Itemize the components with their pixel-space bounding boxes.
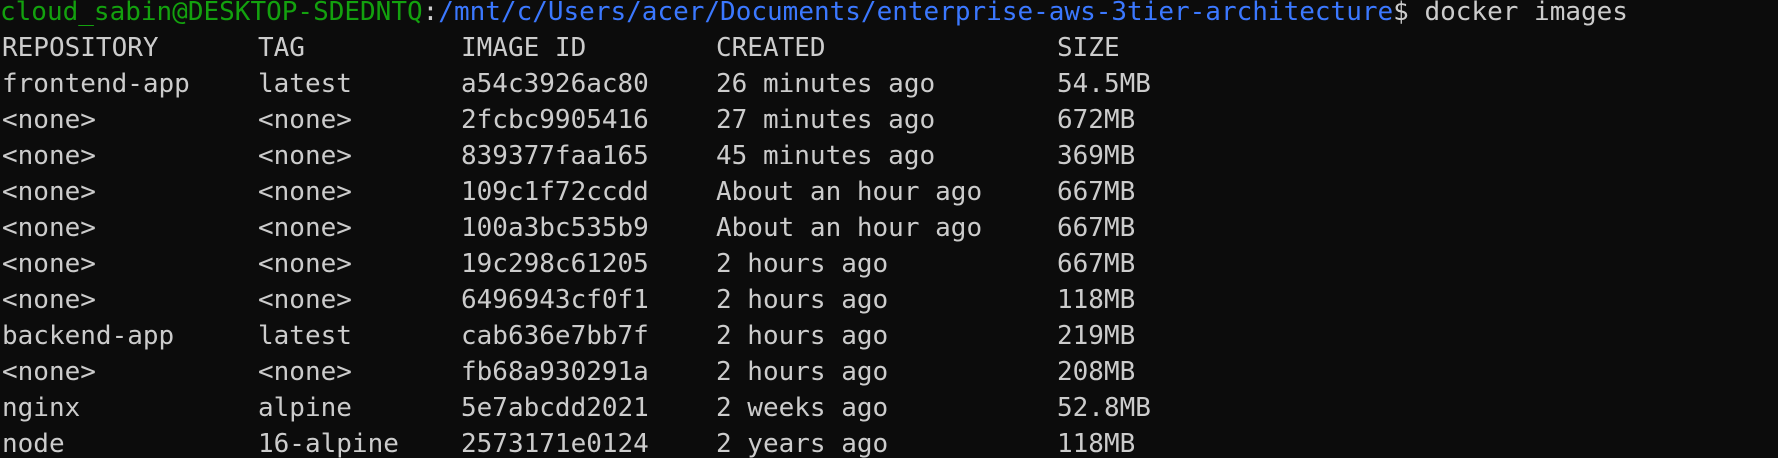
cell-repository: node [2, 429, 65, 458]
cell-size: 667MB [1057, 249, 1136, 279]
cell-created: 2 hours ago [716, 249, 889, 279]
cell-repository: <none> [2, 285, 96, 315]
cell-tag: latest [258, 69, 352, 99]
cell-repository: nginx [2, 393, 81, 423]
cell-tag: <none> [258, 213, 352, 243]
table-row: <none> <none> 839377faa165 45 minutes ago 36… [0, 138, 1778, 174]
header-image-id: IMAGE ID [461, 33, 587, 63]
header-repository: REPOSITORY [2, 33, 159, 63]
table-row: frontend-app latest a54c3926ac80 26 minutes… [0, 66, 1778, 102]
table-row: <none> <none> fb68a930291a 2 hours ago 208MB [0, 354, 1778, 390]
cell-image-id: 6496943cf0f1 [461, 285, 649, 315]
cell-tag: <none> [258, 105, 352, 135]
cell-created: 2 weeks ago [716, 393, 889, 423]
prompt-user-host: cloud_sabin@DESKTOP-SDEDNTQ [0, 0, 423, 27]
prompt-line: cloud_sabin@DESKTOP-SDEDNTQ:/mnt/c/Users… [0, 0, 1778, 30]
cell-size: 672MB [1057, 105, 1136, 135]
cell-image-id: 2fcbc9905416 [461, 105, 649, 135]
table-header: REPOSITORY TAG IMAGE ID CREATED SIZE [0, 30, 1778, 66]
cell-image-id: 2573171e0124 [461, 429, 649, 458]
cell-repository: <none> [2, 357, 96, 387]
cell-created: 26 minutes ago [716, 69, 936, 99]
cell-size: 118MB [1057, 285, 1136, 315]
cell-created: 45 minutes ago [716, 141, 936, 171]
cell-created: 2 years ago [716, 429, 889, 458]
cell-size: 52.8MB [1057, 393, 1151, 423]
cell-tag: <none> [258, 249, 352, 279]
table-row: <none> <none> 100a3bc535b9 About an hour ag… [0, 210, 1778, 246]
cell-created: 2 hours ago [716, 357, 889, 387]
cell-size: 118MB [1057, 429, 1136, 458]
prompt-separator: : [422, 0, 439, 27]
command-text: docker images [1424, 0, 1628, 27]
cell-tag: <none> [258, 357, 352, 387]
cell-size: 219MB [1057, 321, 1136, 351]
cell-repository: <none> [2, 141, 96, 171]
cell-tag: <none> [258, 285, 352, 315]
cell-created: About an hour ago [716, 177, 983, 207]
table-row: <none> <none> 6496943cf0f1 2 hours ago 118MB [0, 282, 1778, 318]
cell-size: 667MB [1057, 213, 1136, 243]
cell-tag: <none> [258, 141, 352, 171]
table-row: <none> <none> 109c1f72ccdd About an hour ag… [0, 174, 1778, 210]
prompt-path: /mnt/c/Users/acer/Documents/enterprise-a… [438, 0, 1394, 27]
table-body: frontend-app latest a54c3926ac80 26 minutes… [0, 69, 1778, 458]
cell-created: 2 hours ago [716, 321, 889, 351]
cell-created: About an hour ago [716, 213, 983, 243]
cell-tag: alpine [258, 393, 352, 423]
header-size: SIZE [1057, 33, 1120, 63]
table-row: backend-app latest cab636e7bb7f 2 hours ago… [0, 318, 1778, 354]
cell-image-id: 100a3bc535b9 [461, 213, 649, 243]
cell-image-id: 5e7abcdd2021 [461, 393, 649, 423]
cell-repository: <none> [2, 105, 96, 135]
cell-image-id: 109c1f72ccdd [461, 177, 649, 207]
cell-image-id: cab636e7bb7f [461, 321, 649, 351]
cell-image-id: a54c3926ac80 [461, 69, 649, 99]
table-row: node 16-alpine 2573171e0124 2 years ago 118M… [0, 426, 1778, 458]
cell-image-id: 19c298c61205 [461, 249, 649, 279]
terminal-window[interactable]: cloud_sabin@DESKTOP-SDEDNTQ:/mnt/c/Users… [0, 0, 1778, 458]
cell-repository: frontend-app [2, 69, 190, 99]
cell-created: 27 minutes ago [716, 105, 936, 135]
cell-repository: <none> [2, 213, 96, 243]
cell-tag: 16-alpine [258, 429, 399, 458]
cell-size: 208MB [1057, 357, 1136, 387]
header-tag: TAG [258, 33, 305, 63]
cell-image-id: 839377faa165 [461, 141, 649, 171]
cell-size: 54.5MB [1057, 69, 1151, 99]
header-created: CREATED [716, 33, 826, 63]
cell-tag: <none> [258, 177, 352, 207]
table-row: nginx alpine 5e7abcdd2021 2 weeks ago 52.8MB [0, 390, 1778, 426]
cell-created: 2 hours ago [716, 285, 889, 315]
cell-size: 667MB [1057, 177, 1136, 207]
cell-image-id: fb68a930291a [461, 357, 649, 387]
prompt-symbol: $ [1393, 0, 1425, 27]
cell-size: 369MB [1057, 141, 1136, 171]
cell-repository: <none> [2, 177, 96, 207]
cell-tag: latest [258, 321, 352, 351]
table-row: <none> <none> 19c298c61205 2 hours ago 667MB [0, 246, 1778, 282]
cell-repository: backend-app [2, 321, 175, 351]
cell-repository: <none> [2, 249, 96, 279]
table-row: <none> <none> 2fcbc9905416 27 minutes ago 67… [0, 102, 1778, 138]
